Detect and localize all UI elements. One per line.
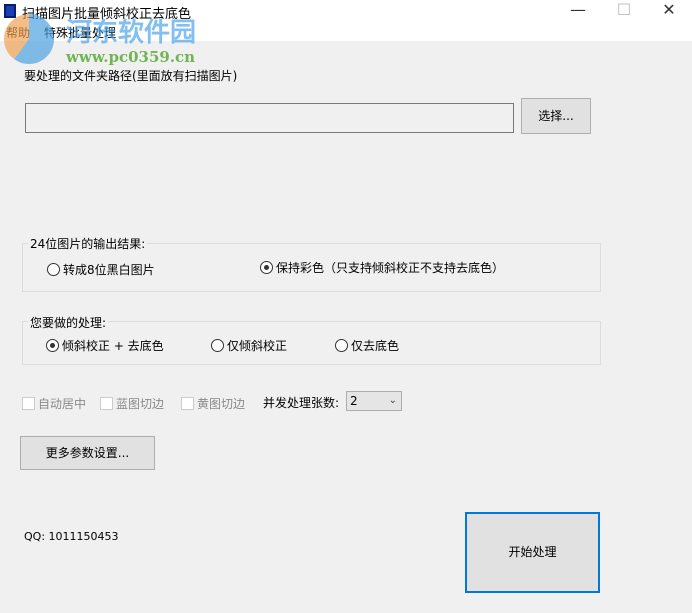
radio-keep-color[interactable]: 保持彩色（只支持倾斜校正不支持去底色） xyxy=(260,259,504,276)
checkbox-label: 蓝图切边 xyxy=(116,397,165,411)
start-button[interactable]: 开始处理 xyxy=(465,512,600,593)
checkbox-label: 自动居中 xyxy=(38,397,87,411)
minimize-button[interactable]: — xyxy=(555,0,601,22)
browse-button[interactable]: 选择... xyxy=(521,98,591,134)
qq-label: QQ: 1011150453 xyxy=(24,530,119,543)
checkbox-icon xyxy=(22,397,35,410)
radio-icon xyxy=(47,263,60,276)
radio-label: 仅倾斜校正 xyxy=(227,339,288,353)
maximize-button[interactable]: ☐ xyxy=(601,0,647,22)
concurrency-select[interactable]: 2 ⌄ xyxy=(346,391,402,411)
radio-remove-bg-only[interactable]: 仅去底色 xyxy=(335,337,399,354)
radio-deskew-only[interactable]: 仅倾斜校正 xyxy=(211,337,287,354)
menu-help[interactable]: 帮助 xyxy=(6,24,30,41)
concurrency-label: 并发处理张数: xyxy=(263,396,340,410)
path-label: 要处理的文件夹路径(里面放有扫描图片) xyxy=(24,69,238,83)
close-button[interactable]: ✕ xyxy=(646,0,692,22)
radio-label: 仅去底色 xyxy=(351,339,400,353)
output-group-title: 24位图片的输出结果: xyxy=(28,235,148,252)
radio-label: 转成8位黑白图片 xyxy=(63,263,155,277)
concurrency-value: 2 xyxy=(350,394,358,408)
chevron-down-icon: ⌄ xyxy=(388,395,397,406)
radio-deskew-and-remove-bg[interactable]: 倾斜校正 + 去底色 xyxy=(46,337,164,354)
radio-8bit-bw[interactable]: 转成8位黑白图片 xyxy=(47,261,155,278)
window-title: 扫描图片批量倾斜校正去底色 xyxy=(22,7,192,22)
checkbox-icon xyxy=(100,397,113,410)
watermark-url: www.pc0359.cn xyxy=(66,48,196,66)
checkbox-auto-center[interactable]: 自动居中 xyxy=(22,395,86,412)
radio-label: 保持彩色（只支持倾斜校正不支持去底色） xyxy=(276,261,505,275)
radio-selected-icon xyxy=(260,261,273,274)
menu-special-batch[interactable]: 特殊批量处理 xyxy=(44,24,116,41)
checkbox-icon xyxy=(181,397,194,410)
title-bar: 扫描图片批量倾斜校正去底色 — ☐ ✕ xyxy=(0,0,692,22)
checkbox-blue-crop[interactable]: 蓝图切边 xyxy=(100,395,164,412)
checkbox-yellow-crop[interactable]: 黄图切边 xyxy=(181,395,245,412)
folder-path-input[interactable] xyxy=(25,103,514,133)
process-group-title: 您要做的处理: xyxy=(28,314,109,331)
menu-bar: 帮助 特殊批量处理 xyxy=(0,22,692,41)
radio-selected-icon xyxy=(46,339,59,352)
radio-icon xyxy=(211,339,224,352)
more-settings-button[interactable]: 更多参数设置... xyxy=(20,436,155,470)
radio-icon xyxy=(335,339,348,352)
app-icon xyxy=(4,4,16,18)
radio-label: 倾斜校正 + 去底色 xyxy=(62,339,164,353)
checkbox-label: 黄图切边 xyxy=(197,397,246,411)
